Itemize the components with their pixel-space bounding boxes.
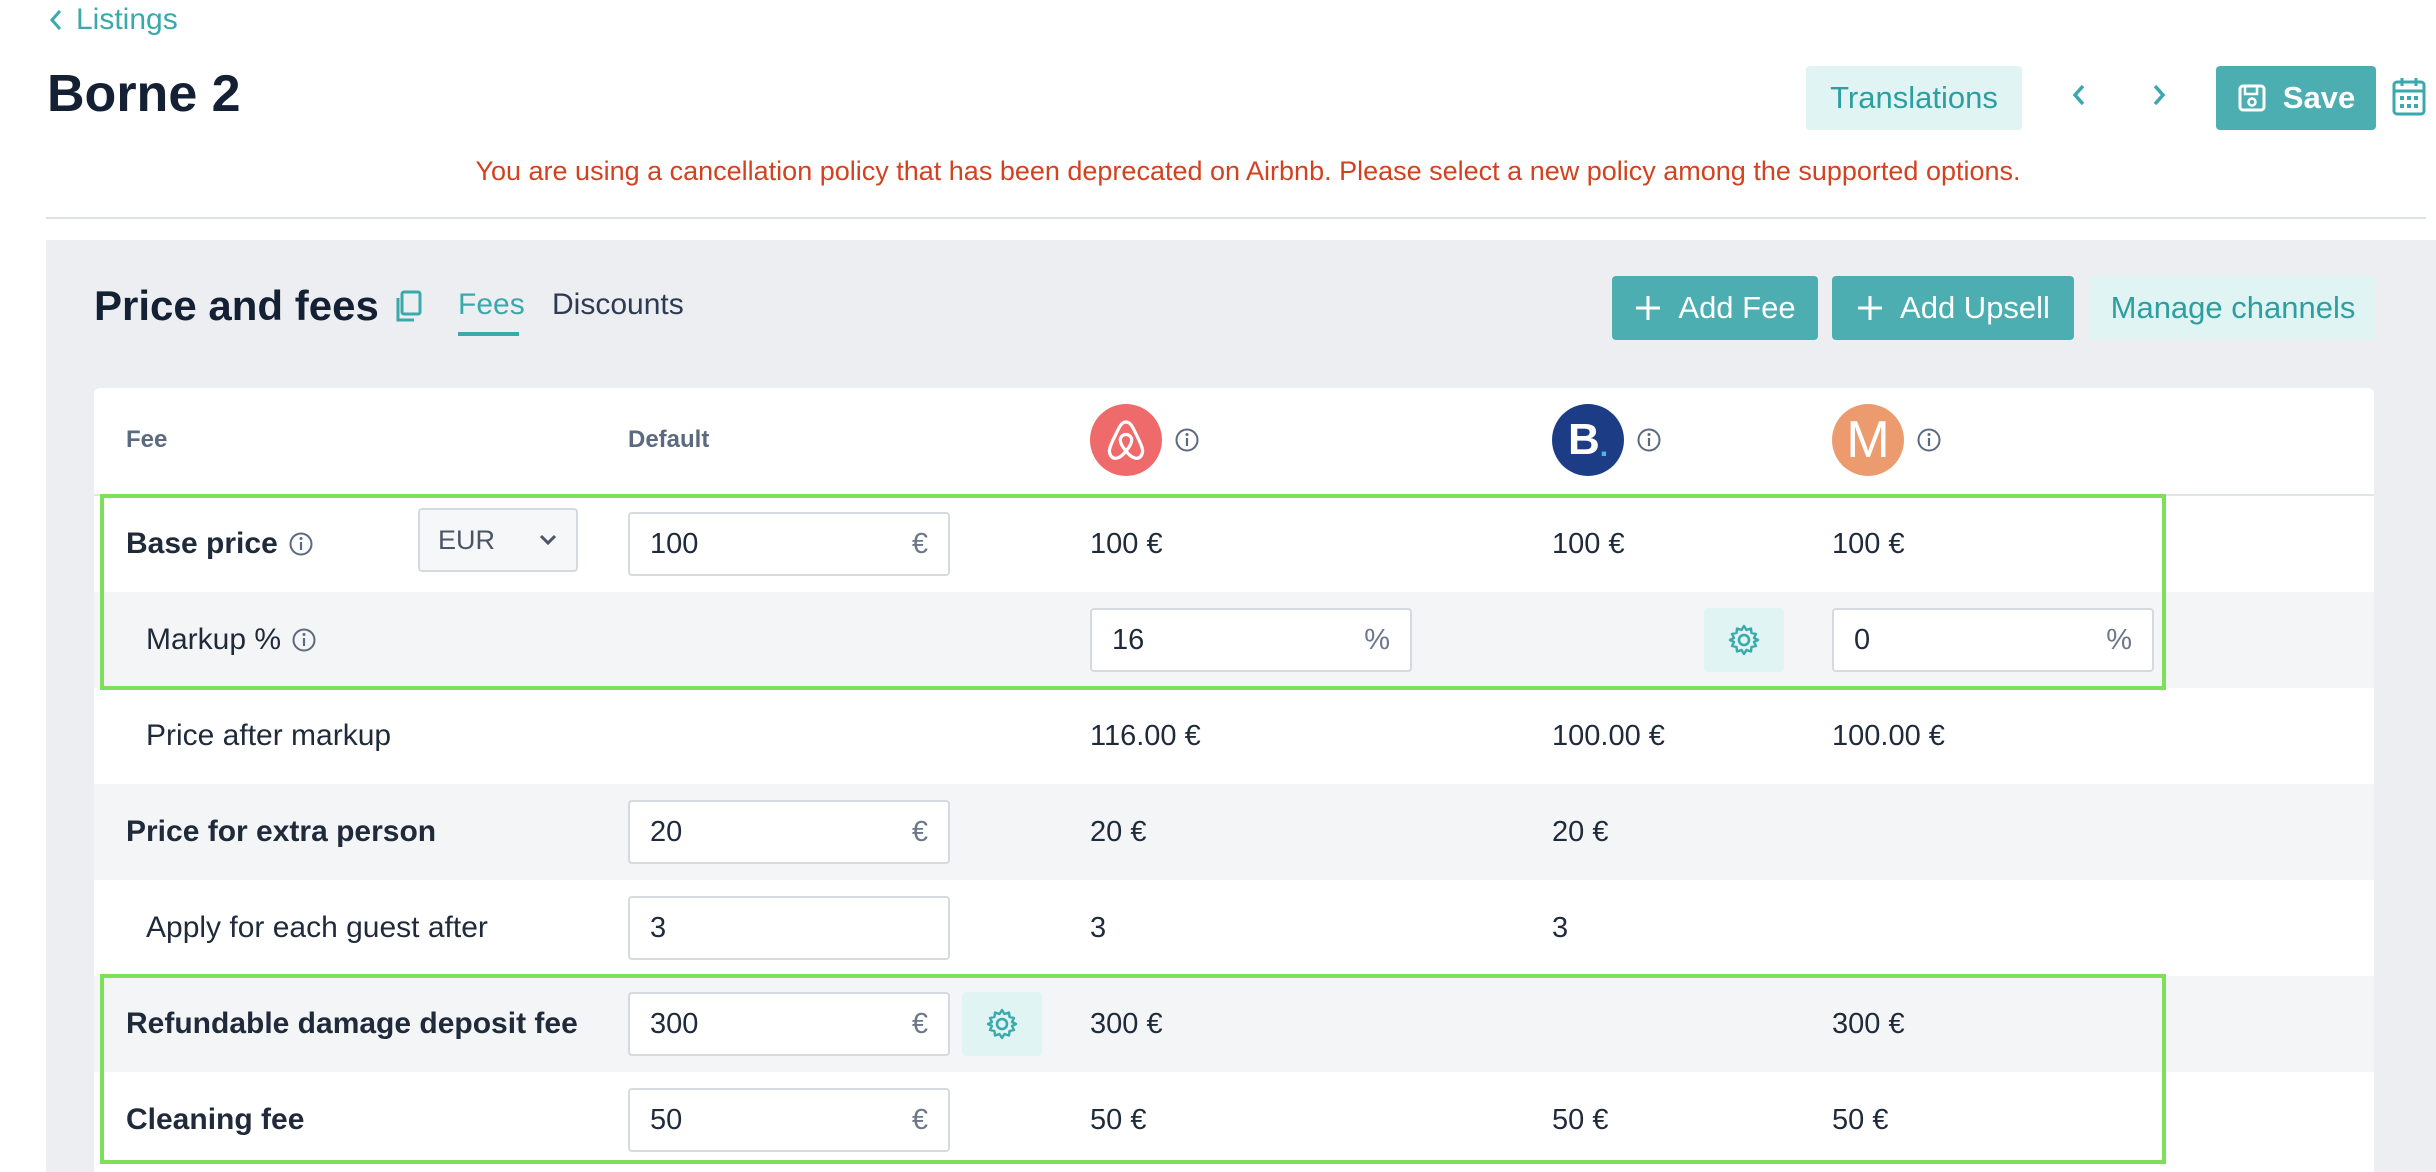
add-upsell-button[interactable]: Add Upsell [1832, 276, 2074, 340]
m-channel-logo-icon: M [1832, 404, 1904, 476]
column-header-default: Default [628, 426, 710, 453]
panel-title-text: Price and fees [94, 282, 379, 329]
info-icon[interactable] [1636, 427, 1662, 453]
fee-label: Apply for each guest after [146, 911, 488, 944]
deprecation-warning: You are using a cancellation policy that… [475, 156, 2021, 186]
table-row-price-after-markup: Price after markup 116.00 € 100.00 € 100… [94, 688, 2374, 784]
add-fee-label: Add Fee [1678, 290, 1796, 325]
page-title: Borne 2 [47, 65, 241, 123]
save-button[interactable]: Save [2216, 66, 2376, 130]
copy-icon[interactable] [393, 289, 423, 323]
m-channel-value: 100.00 € [1832, 719, 1945, 752]
translations-button[interactable]: Translations [1806, 66, 2022, 130]
previous-listing-button[interactable] [2064, 80, 2094, 110]
calendar-icon [2392, 78, 2426, 116]
add-upsell-label: Add Upsell [1900, 290, 2050, 325]
fees-table: Fee Default B. M Base price EUR 100 € 10… [94, 388, 2374, 1172]
price-and-fees-panel: Price and fees Fees Discounts Add Fee Ad… [46, 240, 2436, 1172]
next-listing-button[interactable] [2144, 80, 2174, 110]
chevron-left-icon [49, 10, 62, 30]
highlight-box-fees-group [100, 974, 2166, 1164]
panel-title: Price and fees [94, 282, 423, 330]
info-icon[interactable] [1174, 427, 1200, 453]
chevron-left-icon [2072, 84, 2085, 106]
guest-after-default-input[interactable]: 3 [628, 896, 950, 960]
highlight-box-markup-group [100, 494, 2166, 690]
fee-label: Price after markup [146, 719, 392, 752]
booking-logo-icon: B. [1552, 404, 1624, 476]
calendar-button[interactable] [2392, 76, 2426, 121]
channel-header-airbnb [1090, 404, 1200, 476]
chevron-right-icon [2153, 84, 2166, 106]
input-value: 3 [650, 911, 667, 944]
tab-fees[interactable]: Fees [458, 288, 525, 322]
add-fee-button[interactable]: Add Fee [1612, 276, 1818, 340]
table-row-guest-after: Apply for each guest after 3 3 3 [94, 880, 2374, 976]
airbnb-logo-icon [1090, 404, 1162, 476]
airbnb-value: 20 € [1090, 815, 1147, 848]
table-row-extra-person: Price for extra person 20 € 20 € 20 € [94, 784, 2374, 880]
airbnb-value: 116.00 € [1090, 719, 1201, 752]
channel-header-m: M [1832, 404, 1942, 476]
plus-icon [1858, 296, 1883, 320]
back-to-listings-link[interactable]: Listings [48, 2, 178, 38]
plus-icon [1636, 296, 1661, 320]
channel-header-booking: B. [1552, 404, 1662, 476]
tab-discounts[interactable]: Discounts [552, 288, 684, 322]
input-unit: € [911, 815, 928, 848]
page: Listings Borne 2 Translations Save You a… [0, 0, 2436, 1172]
header-divider [46, 217, 2426, 219]
booking-value: 20 € [1552, 815, 1609, 848]
airbnb-value: 3 [1090, 911, 1107, 944]
info-icon[interactable] [1916, 427, 1942, 453]
fee-label: Price for extra person [126, 815, 437, 848]
column-header-fee: Fee [126, 426, 168, 453]
back-link-label: Listings [76, 3, 178, 36]
manage-channels-button[interactable]: Manage channels [2090, 276, 2376, 340]
save-label: Save [2282, 80, 2356, 115]
input-value: 20 [650, 815, 683, 848]
extra-person-default-input[interactable]: 20 € [628, 800, 950, 864]
tab-fees-underline [458, 332, 519, 336]
floppy-disk-icon [2238, 84, 2266, 112]
booking-value: 3 [1552, 911, 1569, 944]
booking-value: 100.00 € [1552, 719, 1665, 752]
